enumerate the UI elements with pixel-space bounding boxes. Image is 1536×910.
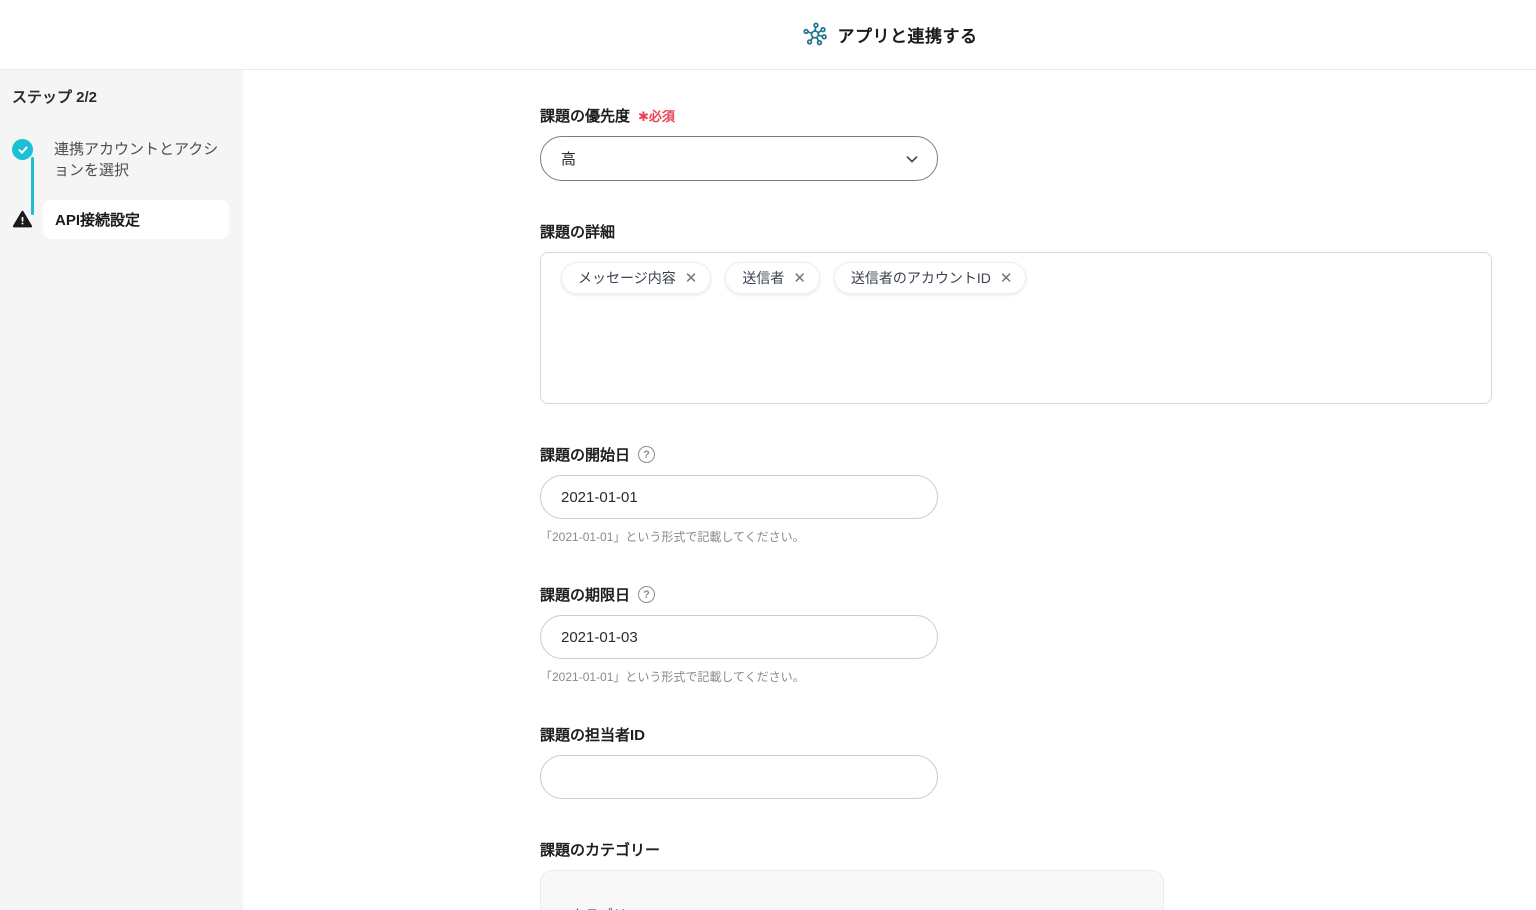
- network-hub-icon: [802, 22, 828, 48]
- help-icon[interactable]: ?: [638, 446, 655, 463]
- sidebar-step-account-action[interactable]: 連携アカウントとアクションを選択: [12, 139, 229, 181]
- close-icon[interactable]: ✕: [1000, 271, 1013, 286]
- tag-label: 送信者: [742, 268, 784, 288]
- tag-sender-account-id: 送信者のアカウントID ✕: [834, 262, 1027, 294]
- sidebar-step-api-settings[interactable]: API接続設定: [12, 200, 229, 239]
- due-date-input[interactable]: [540, 615, 938, 659]
- help-icon[interactable]: ?: [638, 586, 655, 603]
- required-badge: ✱必須: [638, 106, 675, 125]
- assignee-id-label: 課題の担当者ID: [540, 724, 645, 745]
- priority-selected-value: 高: [561, 148, 903, 169]
- page-title: アプリと連携する: [838, 22, 978, 47]
- start-date-input[interactable]: [540, 475, 938, 519]
- due-date-helper: 「2021-01-01」という形式で記載してください。: [540, 668, 1536, 685]
- due-date-label: 課題の期限日: [540, 584, 630, 605]
- tag-label: 送信者のアカウントID: [851, 268, 991, 288]
- start-date-label: 課題の開始日: [540, 444, 630, 465]
- priority-label: 課題の優先度: [540, 105, 630, 126]
- details-textarea[interactable]: メッセージ内容 ✕ 送信者 ✕ 送信者のアカウントID ✕: [540, 252, 1492, 404]
- start-date-helper: 「2021-01-01」という形式で記載してください。: [540, 528, 1536, 545]
- priority-select[interactable]: 高: [540, 136, 938, 181]
- app-header: アプリと連携する: [0, 0, 1536, 70]
- category-id-label: カテゴリーID: [571, 905, 1133, 910]
- close-icon[interactable]: ✕: [793, 271, 806, 286]
- category-group: カテゴリーID: [540, 870, 1164, 910]
- close-icon[interactable]: ✕: [685, 271, 698, 286]
- tag-sender: 送信者 ✕: [725, 262, 820, 294]
- tag-message-content: メッセージ内容 ✕: [561, 262, 711, 294]
- check-circle-icon: [12, 139, 33, 160]
- active-step-card: API接続設定: [43, 200, 229, 239]
- category-label: 課題のカテゴリー: [540, 839, 660, 860]
- step-sidebar: ステップ 2/2 連携アカウントとアクションを選択: [0, 70, 243, 910]
- tag-label: メッセージ内容: [578, 268, 676, 288]
- chevron-down-icon: [903, 150, 921, 168]
- step-label: 連携アカウントとアクションを選択: [54, 139, 229, 181]
- warning-triangle-icon: [12, 209, 33, 230]
- details-label: 課題の詳細: [540, 221, 615, 242]
- step-counter: ステップ 2/2: [12, 86, 229, 107]
- api-settings-form: 課題の優先度 ✱必須 高 課題の詳細 メッセージ内容 ✕: [243, 70, 1536, 910]
- assignee-id-input[interactable]: [540, 755, 938, 799]
